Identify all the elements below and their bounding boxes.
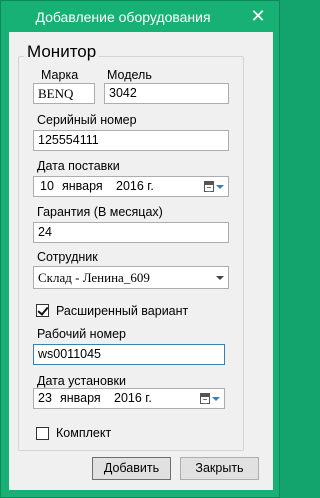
serial-field[interactable]: 125554111 [33,130,229,151]
check-icon [37,304,49,316]
work-number-field[interactable]: ws0011045 [33,344,225,365]
serial-label: Серийный номер [37,113,137,127]
close-button[interactable]: Закрыть [180,457,259,480]
employee-label: Сотрудник [37,250,98,264]
delivery-date-month: января [62,179,103,193]
model-field[interactable]: 3042 [104,83,229,104]
install-date-year: 2016 г. [114,391,152,405]
delivery-date-day: 10 [40,179,54,193]
group-title: Монитор [24,41,100,63]
brand-field[interactable]: BENQ [33,83,95,104]
install-date-month: января [60,391,101,405]
employee-select[interactable]: Склад - Ленина_609 [33,266,229,289]
chevron-down-icon[interactable] [216,276,224,280]
warranty-field[interactable]: 24 [33,222,229,243]
dropdown-arrow-icon[interactable] [212,397,220,401]
kit-checkbox[interactable] [36,427,49,440]
install-date-picker[interactable]: 23 января 2016 г. [33,388,225,409]
calendar-icon[interactable] [204,181,214,192]
warranty-label: Гарантия (В месяцах) [37,205,163,219]
window-title: Добавление оборудования [35,9,211,25]
calendar-icon[interactable] [200,393,210,404]
extended-label[interactable]: Расширенный вариант [56,303,188,319]
model-label: Модель [107,68,152,82]
close-icon[interactable]: ✕ [243,4,273,28]
extended-checkbox[interactable] [36,304,49,317]
title-bar[interactable]: Добавление оборудования ✕ [1,1,279,32]
employee-select-value: Склад - Ленина_609 [38,270,150,285]
install-date-label: Дата установки [37,374,126,388]
kit-label[interactable]: Комплект [56,425,111,441]
delivery-date-picker[interactable]: 10 января 2016 г. [33,176,229,197]
dropdown-arrow-icon[interactable] [216,185,224,189]
delivery-date-label: Дата поставки [37,159,120,173]
work-number-label: Рабочий номер [37,327,127,341]
install-date-day: 23 [38,391,52,405]
brand-label: Марка [41,68,79,82]
delivery-date-year: 2016 г. [116,179,154,193]
add-button[interactable]: Добавить [92,457,171,480]
